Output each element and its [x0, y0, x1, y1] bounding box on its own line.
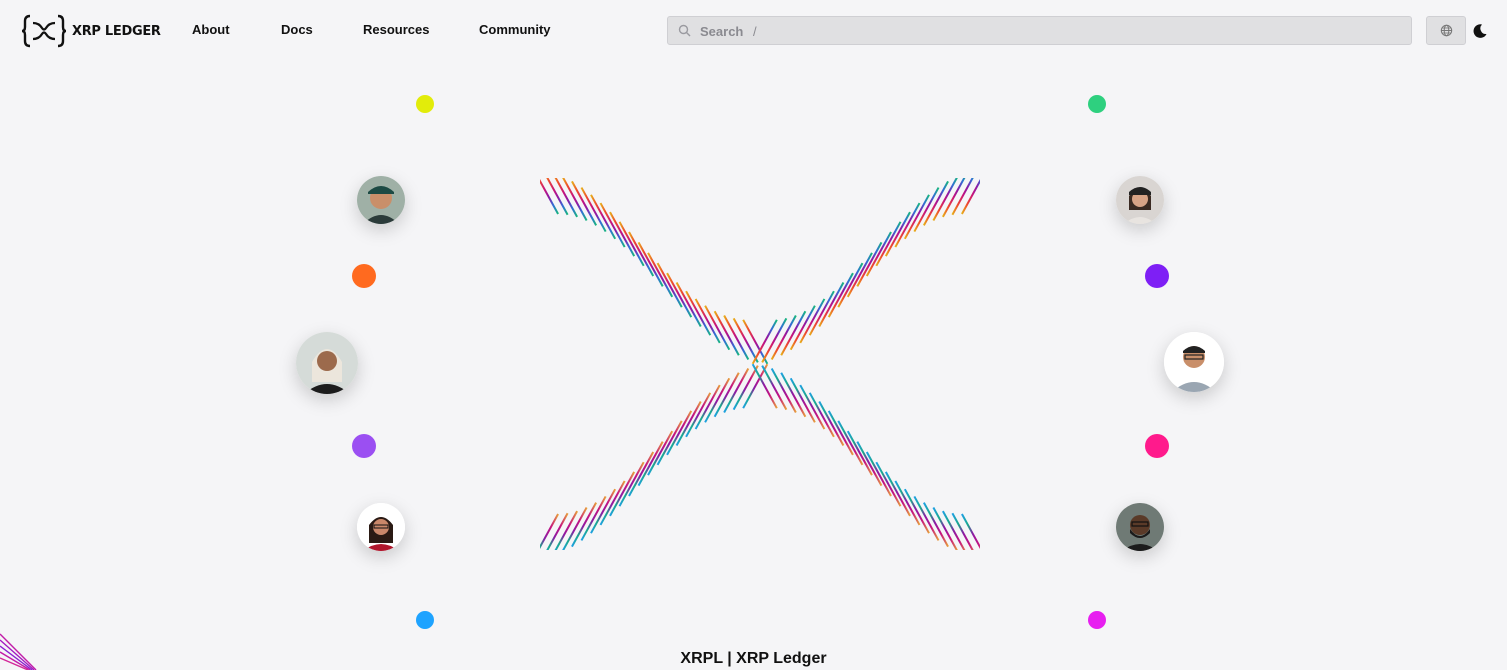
hero-stripe	[913, 187, 940, 233]
hero-stripe	[704, 305, 731, 351]
language-button[interactable]	[1426, 16, 1466, 45]
hero-stripe	[694, 298, 721, 344]
hero-stripe	[922, 180, 949, 226]
nav-resources[interactable]: Resources	[363, 22, 429, 37]
nav-community[interactable]: Community	[479, 22, 551, 37]
hero-stripe	[704, 377, 731, 423]
hero-bottom-wave	[540, 363, 980, 550]
avatar-community-member-2	[1116, 176, 1164, 224]
hero-title: XRPL | XRP Ledger	[680, 650, 827, 667]
hero-stripe	[580, 495, 607, 541]
dot-yellow	[416, 95, 434, 113]
dot-pink	[1145, 434, 1169, 458]
hero-top-wave	[540, 178, 980, 365]
avatar-community-member-4	[1164, 332, 1224, 392]
dot-violet	[1145, 264, 1169, 288]
hero-stripe	[780, 372, 807, 418]
hero-stripe	[922, 502, 949, 548]
hero-stripe	[571, 180, 598, 226]
search-input[interactable]: Search /	[667, 16, 1412, 45]
hero-stripe	[713, 372, 740, 418]
hero-stripe	[961, 179, 980, 215]
dot-orange	[352, 264, 376, 288]
nav-docs[interactable]: Docs	[281, 22, 313, 37]
hero-stripe	[961, 513, 980, 549]
avatar-community-member-1	[357, 176, 405, 224]
search-placeholder: Search	[700, 24, 744, 39]
globe-icon	[1440, 24, 1452, 37]
dot-green	[1088, 95, 1106, 113]
hero-stripe	[580, 187, 607, 233]
hero-stripe	[540, 513, 559, 549]
hero-stripe	[694, 384, 721, 430]
hero-stripe	[799, 384, 826, 430]
dot-lilac	[352, 434, 376, 458]
avatar-community-member-5	[357, 503, 405, 551]
nav-about[interactable]: About	[192, 22, 230, 37]
logo-text: XRP LEDGER	[72, 23, 161, 39]
hero-stripe	[913, 495, 940, 541]
hero-stripe	[789, 377, 816, 423]
xrpl-logo[interactable]: XRP LEDGER	[22, 14, 161, 48]
hero-stripe	[789, 305, 816, 351]
dot-magenta	[1088, 611, 1106, 629]
avatar-community-member-6	[1116, 503, 1164, 551]
hero-stripe	[799, 298, 826, 344]
xrpl-hero-graphic	[540, 178, 980, 550]
dot-blue	[416, 611, 434, 629]
search-shortcut-hint: /	[753, 24, 757, 39]
hero-stripe	[540, 179, 559, 215]
avatar-community-member-3	[296, 332, 358, 394]
hero-stripe	[571, 502, 598, 548]
search-icon	[678, 24, 691, 37]
xrpl-logo-icon	[22, 14, 66, 48]
hero-stripe	[780, 310, 807, 356]
hero-stripe	[713, 310, 740, 356]
moon-icon[interactable]	[1472, 23, 1488, 39]
top-navbar: XRP LEDGER About Docs Resources Communit…	[0, 0, 1507, 62]
